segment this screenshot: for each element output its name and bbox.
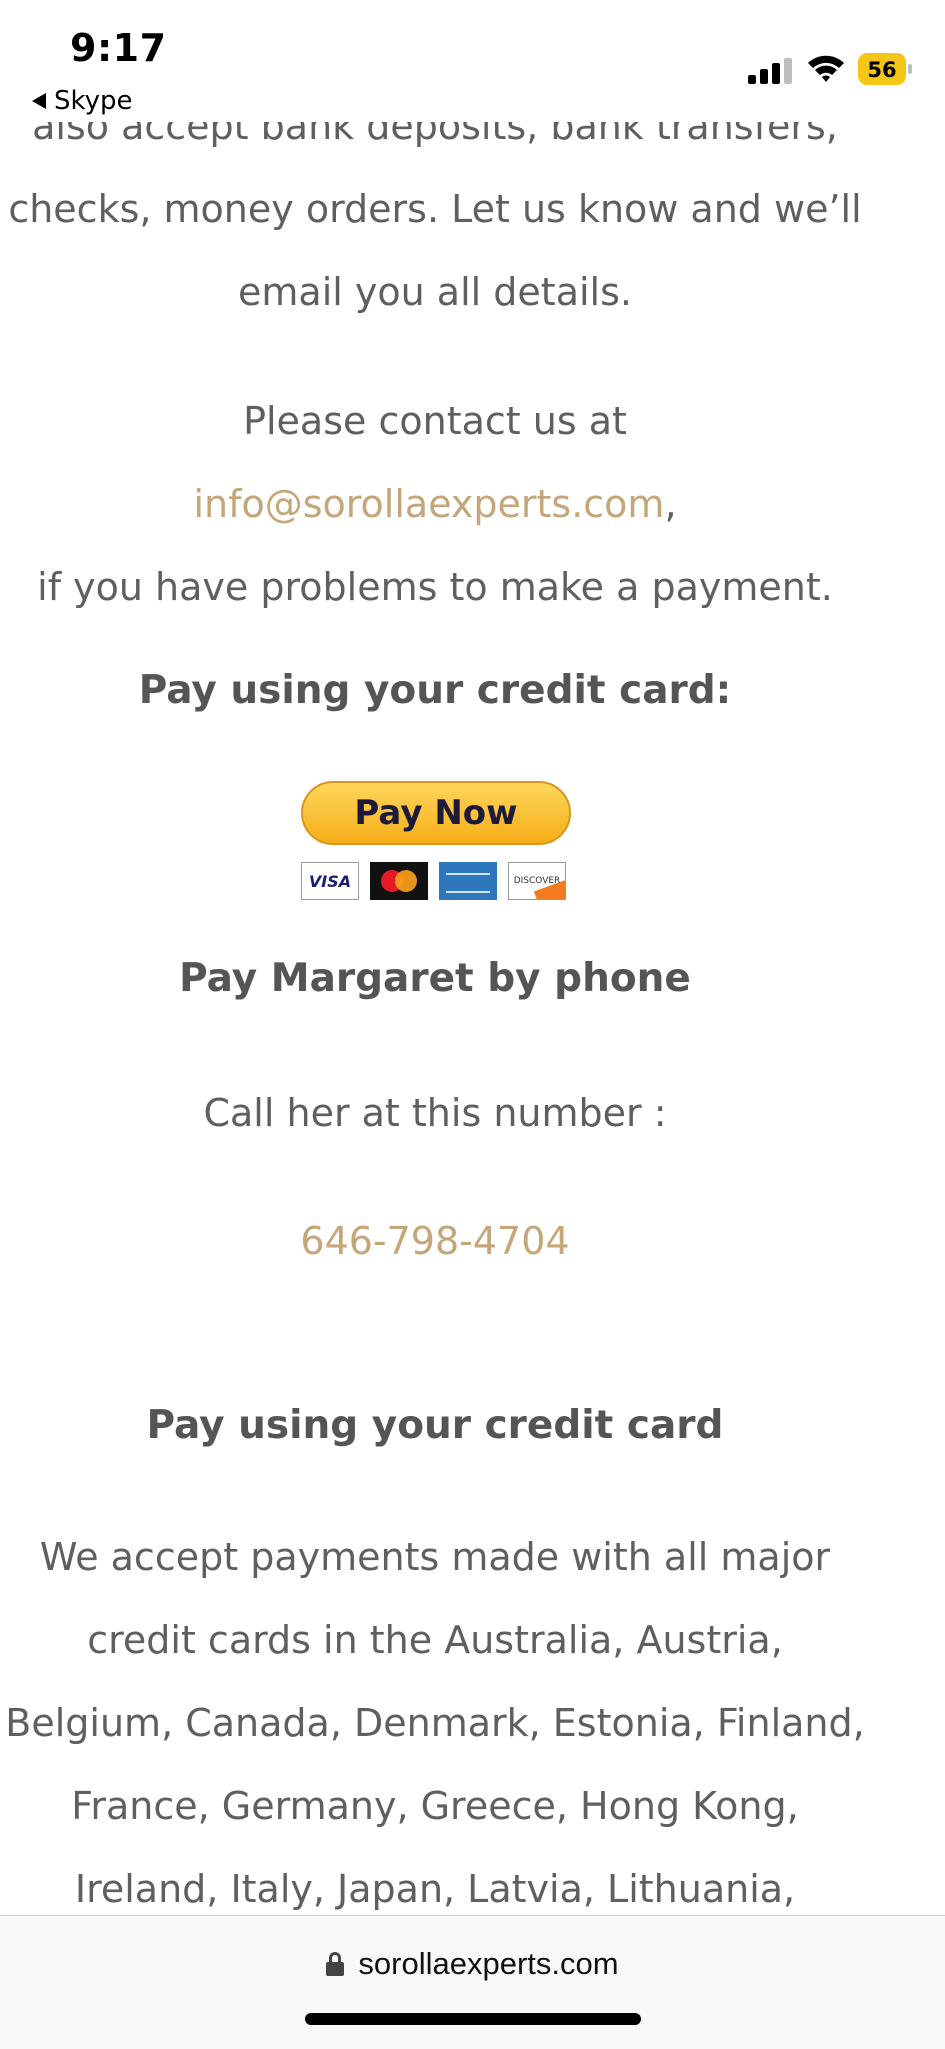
- payment-methods-paragraph: also accept bank deposits, bank transfer…: [0, 85, 870, 334]
- contact-email-link[interactable]: info@sorollaexperts.com: [193, 482, 664, 526]
- amex-card-icon: [439, 862, 497, 900]
- paragraph-line: Belgium, Canada, Denmark, Estonia, Finla…: [5, 1701, 865, 1745]
- accepted-countries-paragraph: We accept payments made with all major c…: [0, 1516, 870, 1915]
- status-bar: 9:17 Skype 56: [0, 0, 945, 122]
- battery-icon: 56: [858, 53, 912, 85]
- clock: 9:17: [70, 26, 167, 70]
- visa-card-icon: VISA: [301, 862, 359, 900]
- phone-number-link[interactable]: 646-798-4704: [0, 1200, 870, 1283]
- call-text: Call her at this number :: [203, 1091, 667, 1135]
- cellular-signal-icon: [748, 58, 792, 84]
- page-content: also accept bank deposits, bank transfer…: [0, 0, 870, 1915]
- mastercard-icon: [370, 862, 428, 900]
- paragraph-line: checks, money orders. Let us know and we…: [8, 187, 862, 231]
- pay-by-phone-heading: Pay Margaret by phone: [179, 956, 691, 1001]
- back-to-app-button[interactable]: Skype: [32, 86, 133, 116]
- paragraph-line: We accept payments made with all major: [39, 1535, 831, 1579]
- credit-card-heading-2: Pay using your credit card: [146, 1403, 724, 1448]
- browser-url-bar[interactable]: sorollaexperts.com: [0, 1915, 945, 2049]
- battery-level: 56: [867, 58, 896, 82]
- card-logos: VISA DISCOVER: [301, 862, 566, 900]
- url-text: sorollaexperts.com: [358, 1946, 619, 1981]
- back-arrow-icon: [32, 93, 46, 109]
- back-app-label: Skype: [54, 86, 133, 116]
- paragraph-line: Ireland, Italy, Japan, Latvia, Lithuania…: [74, 1867, 796, 1911]
- discover-card-icon: DISCOVER: [508, 862, 566, 900]
- wifi-icon: [808, 55, 844, 82]
- paragraph-line: email you all details.: [238, 270, 632, 314]
- contact-line-2: if you have problems to make a payment.: [37, 565, 833, 609]
- url-display[interactable]: sorollaexperts.com: [0, 1946, 945, 1982]
- pay-now-button[interactable]: Pay Now: [301, 781, 571, 845]
- lock-icon: [326, 1952, 345, 1976]
- credit-card-heading: Pay using your credit card:: [138, 668, 732, 713]
- paragraph-line: credit cards in the Australia, Austria,: [87, 1618, 783, 1662]
- contact-comma: ,: [664, 482, 677, 526]
- paragraph-line: France, Germany, Greece, Hong Kong,: [71, 1784, 799, 1828]
- home-indicator[interactable]: [305, 2013, 641, 2025]
- contact-paragraph: Please contact us at info@sorollaexperts…: [0, 380, 870, 629]
- contact-prefix: Please contact us at: [243, 399, 627, 443]
